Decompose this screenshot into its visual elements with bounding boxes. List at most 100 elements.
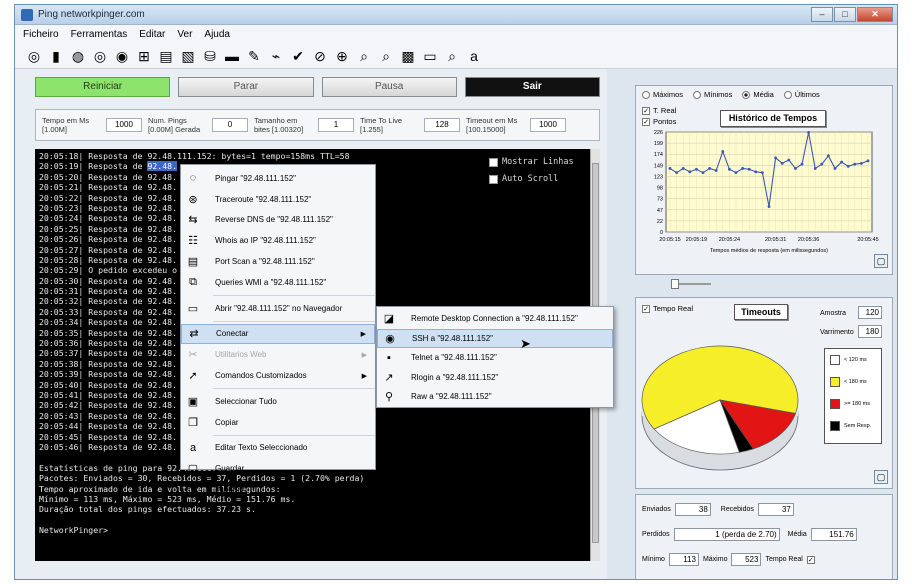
context-menu-item[interactable]: ❐ Copiar [181, 412, 375, 433]
param-field[interactable]: 128 [424, 118, 460, 132]
data-point [813, 167, 817, 170]
legend-swatch [830, 421, 840, 431]
maximize-button[interactable]: □ [834, 7, 856, 22]
context-menu-item[interactable]: ⎙ Imprimir [181, 479, 375, 500]
edit-icon[interactable]: ⊕ [333, 47, 351, 65]
menu-ajuda[interactable]: Ajuda [204, 29, 230, 40]
context-menu-label: Conectar [216, 329, 249, 339]
context-menu-item[interactable]: ◌ Pingar "92.48.111.152" [181, 168, 375, 189]
context-menu-item[interactable]: a Editar Texto Seleccionado [181, 438, 375, 459]
context-menu-item[interactable]: ⇆ Reverse DNS de "92.48.111.152" [181, 210, 375, 231]
recebidos-field: 37 [757, 503, 794, 516]
exit-button[interactable]: Sair [464, 77, 600, 97]
menu-separator [213, 294, 375, 296]
param-field[interactable]: 1000 [530, 118, 566, 132]
history-radio[interactable]: Média [742, 90, 774, 99]
help-icon[interactable]: ▩ [399, 47, 417, 65]
save-icon[interactable]: ⌕ [355, 47, 373, 65]
legend-label: < 180 ms [844, 379, 867, 385]
param-field[interactable]: 0 [212, 118, 248, 132]
treal-stats-checkbox[interactable]: ✓ [806, 555, 815, 564]
menu-ficheiro[interactable]: Ficheiro [23, 29, 59, 40]
submenu-item[interactable]: ⚲ Raw a "92.48.111.152" [377, 387, 613, 407]
restart-button[interactable]: Reiniciar [35, 77, 171, 97]
print-icon[interactable]: ⌕ [377, 47, 395, 65]
whois-icon: ☷ [188, 235, 198, 248]
param-field[interactable]: 1 [318, 118, 354, 132]
maximo-field: 523 [731, 553, 762, 566]
data-point [747, 167, 751, 171]
radio-dot-icon [742, 90, 751, 99]
auto-scroll-checkbox[interactable] [489, 174, 498, 184]
portscan-icon: ▤ [187, 256, 199, 269]
stop-button[interactable]: Parar [178, 77, 314, 97]
close-button[interactable]: ✕ [857, 7, 893, 22]
context-menu-label: Port Scan a "92.48.111.152" [215, 257, 315, 267]
browser-icon[interactable]: ▤ [157, 47, 175, 65]
context-menu-item[interactable]: ⊛ Traceroute "92.48.111.152" [181, 189, 375, 210]
connect-icon[interactable]: ▧ [179, 47, 197, 65]
context-menu-item[interactable]: ☷ Whois ao IP "92.48.111.152" [181, 230, 375, 251]
context-menu-item[interactable]: ⧉ Queries WMI a "92.48.111.152" [181, 272, 375, 293]
find-next-icon[interactable]: ✔ [289, 47, 307, 65]
tools-icon[interactable]: ⛁ [201, 47, 219, 65]
history-expand-icon[interactable]: ▢ [874, 254, 888, 268]
menu-ferramentas[interactable]: Ferramentas [71, 29, 128, 40]
varrimento-field[interactable]: 180 [858, 325, 882, 338]
pause-button[interactable]: Pausa [321, 77, 457, 97]
context-menu-item[interactable]: ⇄ Conectar ▶ [181, 323, 375, 345]
whois-icon[interactable]: ◎ [91, 47, 109, 65]
ping-icon[interactable]: ◎ [25, 47, 43, 65]
context-menu-item[interactable]: ▭ Abrir "92.48.111.152" no Navegador [181, 298, 375, 319]
remote-desktop-icon: ◪ [383, 313, 395, 326]
pie-expand-icon[interactable]: ▢ [874, 470, 888, 484]
dns-icon[interactable]: ◍ [69, 47, 87, 65]
history-radio[interactable]: Últimos [783, 90, 820, 99]
context-menu-item[interactable]: ✂ Utilitarios Web ▶ [181, 344, 375, 365]
select-all-icon: ▣ [187, 395, 199, 408]
context-menu-label: Reverse DNS de "92.48.111.152" [215, 215, 333, 225]
context-menu-item[interactable]: ➚ Comandos Customizados ▶ [181, 365, 375, 386]
submenu-label: SSH a "92.48.111.152" [412, 333, 493, 343]
app-icon [21, 8, 33, 21]
settings-icon[interactable]: ✎ [245, 47, 263, 65]
submenu-arrow-icon: ▶ [360, 330, 366, 338]
portscan-icon[interactable]: ◉ [113, 47, 131, 65]
history-slider[interactable] [671, 279, 711, 289]
timeouts-button[interactable]: Timeouts [734, 304, 788, 320]
history-radio[interactable]: Máximos [642, 90, 683, 99]
context-menu-item[interactable]: ▤ Port Scan a "92.48.111.152" [181, 251, 375, 272]
history-mode-radios: Máximos Mínimos Média Últimos [636, 86, 892, 103]
console-line: Duração total dos pings efectuados: 37.2… [39, 504, 256, 515]
x-tick-label: 20:05:15 [659, 237, 680, 243]
param-field[interactable]: 1000 [106, 118, 142, 132]
copy-icon[interactable]: ⊘ [311, 47, 329, 65]
find-icon[interactable]: ⌁ [267, 47, 285, 65]
context-menu-item[interactable]: ▣ Seleccionar Tudo [181, 391, 375, 412]
treal-checkbox[interactable]: ✓ [642, 106, 650, 115]
amostra-field[interactable]: 120 [858, 306, 882, 319]
realtime-checkbox[interactable]: ✓ [642, 304, 650, 313]
minimize-button[interactable]: ‒ [811, 7, 833, 22]
chart-icon[interactable]: ⌕ [443, 47, 461, 65]
exit-icon[interactable]: a [465, 47, 483, 65]
context-menu-label: Copiar [215, 417, 239, 427]
menu-ver[interactable]: Ver [177, 29, 192, 40]
wmi-icon[interactable]: ⊞ [135, 47, 153, 65]
y-tick-label: 199 [654, 141, 663, 147]
y-tick-label: 73 [657, 197, 663, 203]
menu-editar[interactable]: Editar [139, 29, 165, 40]
context-menu-item[interactable]: ▢ Guardar [181, 458, 375, 479]
history-radio[interactable]: Mínimos [693, 90, 732, 99]
submenu-item[interactable]: ◉ SSH a "92.48.111.152" [377, 328, 613, 348]
traceroute-icon[interactable]: ▮ [47, 47, 65, 65]
timeouts-panel: ✓ Tempo Real Timeouts Amostra 120 Varrime… [635, 297, 893, 489]
submenu-item[interactable]: ◪ Remote Desktop Connection a "92.48.111.… [377, 309, 613, 329]
submenu-item[interactable]: ▪ Telnet a "92.48.111.152" [377, 348, 613, 368]
submenu-item[interactable]: ↗ Rlogin a "92.48.111.152" [377, 368, 613, 388]
show-lines-checkbox[interactable] [489, 157, 498, 167]
commands-icon[interactable]: ▬ [223, 47, 241, 65]
perdidos-label: Perdidos [642, 531, 670, 538]
web-icon[interactable]: ▭ [421, 47, 439, 65]
title-bar[interactable]: Ping networkpinger.com ‒ □ ✕ [15, 5, 897, 25]
